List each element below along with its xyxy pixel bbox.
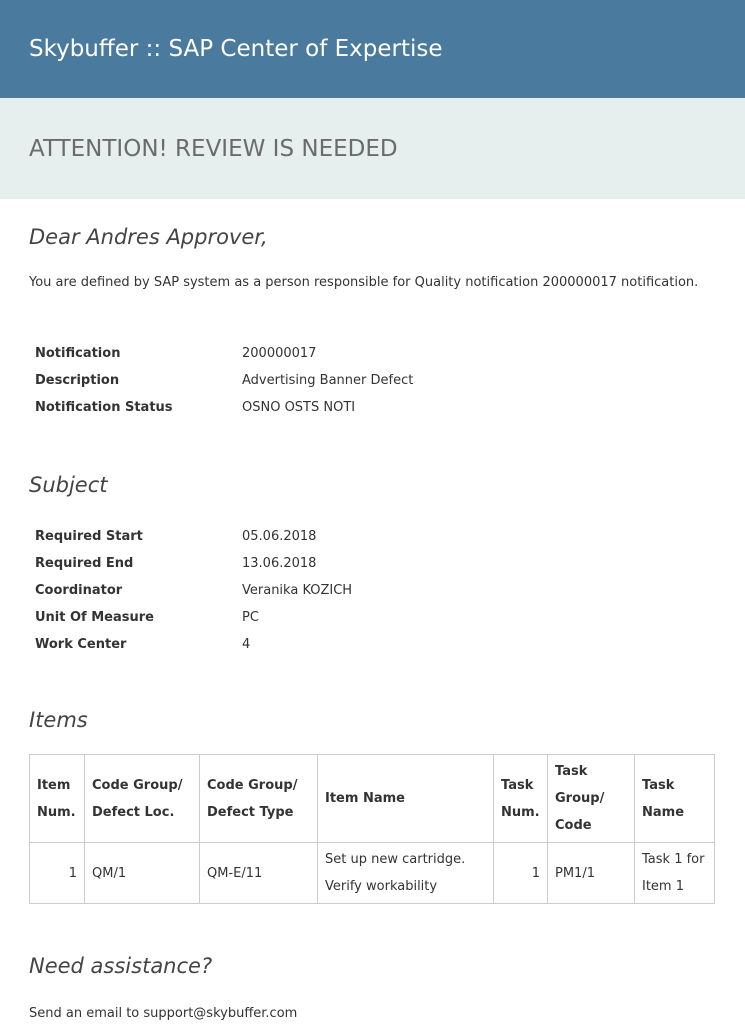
assistance-heading: Need assistance? (29, 954, 213, 978)
field-label: Unit Of Measure (35, 610, 154, 625)
email-header: Skybuffer :: SAP Center of Expertise (0, 0, 745, 98)
table-row: Coordinator Veranika KOZICH (29, 577, 358, 604)
field-value: 13.06.2018 (242, 556, 317, 571)
field-label: Work Center (35, 637, 127, 652)
items-table: Item Num. Code Group/Defect Loc. Code Gro… (29, 754, 715, 904)
column-header: Item Num. (29, 754, 85, 843)
field-value: 200000017 (242, 346, 317, 361)
notification-table: Notification 200000017 Description Adver… (29, 340, 419, 421)
item-name-cell: Set up new cartridge. Verify workability (317, 842, 494, 904)
items-heading: Items (29, 708, 88, 732)
table-row: 1 QM/1 QM-E/11 Set up new cartridge. Veri… (29, 842, 715, 904)
table-row: Required End 13.06.2018 (29, 550, 358, 577)
task-code-cell: PM1/1 (547, 842, 635, 904)
field-label: Coordinator (35, 583, 123, 598)
column-header: Code Group/Defect Type (199, 754, 318, 843)
field-label: Notification Status (35, 400, 173, 415)
table-row: Notification Status OSNO OSTS NOTI (29, 394, 419, 421)
field-value: PC (242, 610, 259, 625)
task-num-cell: 1 (493, 842, 548, 904)
greeting: Dear Andres Approver, (29, 225, 268, 249)
column-header: Item Name (317, 754, 494, 843)
table-header-row: Item Num. Code Group/Defect Loc. Code Gro… (29, 754, 715, 843)
attention-banner: ATTENTION! REVIEW IS NEEDED (0, 98, 745, 199)
table-row: Required Start 05.06.2018 (29, 523, 358, 550)
subject-table: Required Start 05.06.2018 Required End 1… (29, 523, 358, 658)
table-row: Notification 200000017 (29, 340, 419, 367)
banner-title: ATTENTION! REVIEW IS NEEDED (29, 135, 398, 162)
assistance-text: Send an email to support@skybuffer.com (29, 1006, 298, 1021)
table-row: Unit Of Measure PC (29, 604, 358, 631)
field-value: Veranika KOZICH (242, 583, 353, 598)
column-header: Code Group/Defect Loc. (84, 754, 200, 843)
table-row: Work Center 4 (29, 631, 358, 658)
table-row: Description Advertising Banner Defect (29, 367, 419, 394)
column-header: Task Group/Code (547, 754, 635, 843)
task-name-cell: Task 1 for Item 1 (634, 842, 715, 904)
email-body: Dear Andres Approver, You are defined by… (0, 227, 745, 1021)
field-label: Notification (35, 346, 121, 361)
defect-loc-cell: QM/1 (84, 842, 200, 904)
field-label: Description (35, 373, 120, 388)
field-label: Required End (35, 556, 134, 571)
field-value: 05.06.2018 (242, 529, 317, 544)
field-value: OSNO OSTS NOTI (242, 400, 356, 415)
item-num-cell: 1 (29, 842, 85, 904)
column-header: Task Name (634, 754, 715, 843)
subject-heading: Subject (29, 473, 108, 497)
header-title: Skybuffer :: SAP Center of Expertise (29, 36, 443, 62)
field-value: Advertising Banner Defect (242, 373, 414, 388)
field-label: Required Start (35, 529, 143, 544)
column-header: Task Num. (493, 754, 548, 843)
defect-type-cell: QM-E/11 (199, 842, 318, 904)
field-value: 4 (242, 637, 251, 652)
intro-text: You are defined by SAP system as a perso… (29, 275, 699, 290)
